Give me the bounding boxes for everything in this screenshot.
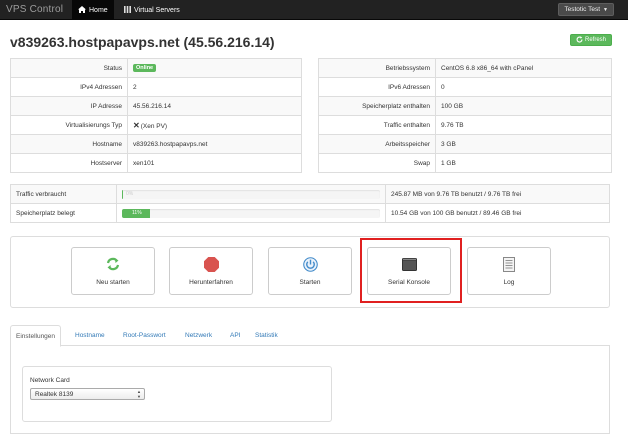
server-specs-table: Betriebssystem CentOS 6.8 x86_64 with cP… xyxy=(318,58,612,173)
action-label: Starten xyxy=(299,279,321,286)
spec-row-os: Betriebssystem CentOS 6.8 x86_64 with cP… xyxy=(318,58,612,78)
log-icon xyxy=(503,256,515,272)
info-label: Status xyxy=(10,58,128,78)
spec-label: Speicherplatz enthalten xyxy=(318,96,436,116)
spec-label: Betriebssystem xyxy=(318,58,436,78)
brand-logo[interactable]: VPS Control xyxy=(6,4,63,15)
info-row-virt-type: Virtualisierungs Typ ✕(Xen PV) xyxy=(10,115,302,135)
progress-label: 11% xyxy=(132,209,142,216)
progress-fill xyxy=(122,189,123,199)
usage-row-traffic: Traffic verbraucht 0% 245.87 MB von 9.76… xyxy=(10,184,610,204)
traffic-progress-bar: 0% xyxy=(122,189,380,199)
spec-value: 0 xyxy=(435,77,612,97)
spec-row-swap: Swap 1 GB xyxy=(318,153,612,173)
server-info-table: Status Online IPv4 Adressen 2 IP Adresse… xyxy=(10,58,302,173)
spec-row-traffic: Traffic enthalten 9.76 TB xyxy=(318,115,612,135)
info-value: xen101 xyxy=(127,153,302,173)
info-row-hostname: Hostname v839263.hostpapavps.net xyxy=(10,134,302,154)
info-row-ipv4: IPv4 Adressen 2 xyxy=(10,77,302,97)
info-value: v839263.hostpapavps.net xyxy=(127,134,302,154)
spec-row-storage: Speicherplatz enthalten 100 GB xyxy=(318,96,612,116)
nav-home[interactable]: Home xyxy=(72,0,114,20)
action-label: Log xyxy=(503,279,515,286)
stop-icon xyxy=(203,256,219,272)
storage-progress-bar: 11% xyxy=(122,208,380,218)
usage-table: Traffic verbraucht 0% 245.87 MB von 9.76… xyxy=(10,184,610,223)
refresh-button[interactable]: Refresh xyxy=(570,34,612,46)
start-button[interactable]: Starten xyxy=(268,247,352,295)
status-badge: Online xyxy=(133,64,157,72)
highlight-annotation xyxy=(360,238,462,303)
select-arrows-icon: ▲ ▼ xyxy=(137,389,141,399)
spec-label: Swap xyxy=(318,153,436,173)
action-label: Herunterfahren xyxy=(189,279,233,286)
usage-row-storage: Speicherplatz belegt 11% 10.54 GB von 10… xyxy=(10,203,610,223)
action-label: Neu starten xyxy=(96,279,130,286)
power-icon xyxy=(302,256,318,272)
info-label: Hostname xyxy=(10,134,128,154)
spec-row-memory: Arbeitsspeicher 3 GB xyxy=(318,134,612,154)
network-card-select[interactable]: Realtek 8139 ▲ ▼ xyxy=(30,388,145,400)
restart-button[interactable]: Neu starten xyxy=(71,247,155,295)
refresh-icon xyxy=(576,35,583,45)
info-value: 45.56.216.14 xyxy=(127,96,302,116)
xen-icon: ✕ xyxy=(133,120,140,130)
usage-detail: 245.87 MB von 9.76 TB benutzt / 9.76 TB … xyxy=(385,184,610,204)
network-card-label: Network Card xyxy=(30,377,70,384)
progress-label: 0% xyxy=(126,190,134,197)
nav-virtual-servers[interactable]: Virtual Servers xyxy=(118,0,186,20)
info-label: IPv4 Adressen xyxy=(10,77,128,97)
spec-row-ipv6: IPv6 Adressen 0 xyxy=(318,77,612,97)
info-label: Hostserver xyxy=(10,153,128,173)
info-row-status: Status Online xyxy=(10,58,302,78)
usage-label: Traffic verbraucht xyxy=(10,184,117,204)
network-card-value: Realtek 8139 xyxy=(35,390,74,398)
spec-value: CentOS 6.8 x86_64 with cPanel xyxy=(435,58,612,78)
list-icon xyxy=(124,5,131,15)
tab-root-passwort[interactable]: Root-Passwort xyxy=(118,325,171,346)
info-row-hostserver: Hostserver xen101 xyxy=(10,153,302,173)
info-value: (Xen PV) xyxy=(140,122,168,130)
spec-value: 100 GB xyxy=(435,96,612,116)
shutdown-button[interactable]: Herunterfahren xyxy=(169,247,253,295)
tab-einstellungen[interactable]: Einstellungen xyxy=(10,325,62,347)
info-value: 2 xyxy=(127,77,302,97)
info-label: Virtualisierungs Typ xyxy=(10,115,128,135)
spec-label: Traffic enthalten xyxy=(318,115,436,135)
restart-icon xyxy=(106,256,120,272)
log-button[interactable]: Log xyxy=(467,247,551,295)
user-menu-dropdown[interactable]: Testotic Test ▼ xyxy=(558,3,614,16)
usage-label: Speicherplatz belegt xyxy=(10,203,117,223)
spec-value: 3 GB xyxy=(435,134,612,154)
tab-hostname[interactable]: Hostname xyxy=(70,325,110,346)
spec-value: 9.76 TB xyxy=(435,115,612,135)
info-label: IP Adresse xyxy=(10,96,128,116)
caret-down-icon: ▼ xyxy=(603,6,608,13)
page-title: v839263.hostpapavps.net (45.56.216.14) xyxy=(10,34,275,50)
usage-detail: 10.54 GB von 100 GB benutzt / 89.46 GB f… xyxy=(385,203,610,223)
tab-netzwerk[interactable]: Netzwerk xyxy=(180,325,217,346)
refresh-label: Refresh xyxy=(584,37,606,43)
tab-api[interactable]: API xyxy=(225,325,245,346)
home-icon xyxy=(78,5,86,15)
top-navbar: VPS Control Home Virtual Servers Testoti… xyxy=(0,0,628,20)
settings-tabs: Einstellungen Hostname Root-Passwort Net… xyxy=(10,325,610,347)
tab-statistik[interactable]: Statistik xyxy=(250,325,283,346)
nav-home-label: Home xyxy=(89,6,108,14)
info-row-ip: IP Adresse 45.56.216.14 xyxy=(10,96,302,116)
user-menu-label: Testotic Test xyxy=(564,6,601,13)
spec-label: IPv6 Adressen xyxy=(318,77,436,97)
spec-label: Arbeitsspeicher xyxy=(318,134,436,154)
nav-virtual-servers-label: Virtual Servers xyxy=(134,6,180,14)
spec-value: 1 GB xyxy=(435,153,612,173)
